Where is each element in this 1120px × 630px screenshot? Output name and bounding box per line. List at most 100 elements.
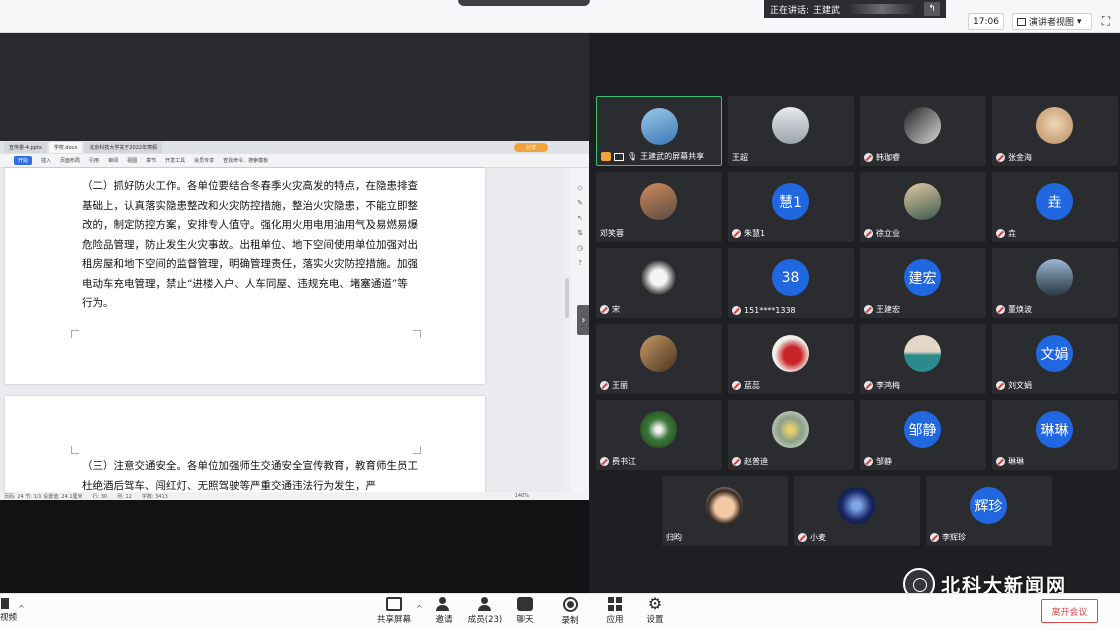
mic-muted-icon [864, 153, 873, 162]
participant-tile[interactable]: 韩珈睿 [860, 96, 986, 166]
pen-icon[interactable]: ✎ [577, 199, 583, 207]
select-icon[interactable]: ◇ [577, 184, 582, 192]
cursor-icon[interactable]: ↖ [577, 214, 583, 222]
apps-button[interactable]: 应用 [604, 597, 626, 629]
back-arrow-icon[interactable]: ↰ [924, 2, 940, 16]
video-label: 视频 [0, 613, 18, 623]
participant-tile[interactable]: 38 151****1338 [728, 248, 854, 318]
participant-name: 小麦 [798, 532, 826, 543]
participant-tile[interactable]: 费书江 [596, 400, 722, 470]
participant-tile[interactable]: 辉珍 李辉珍 [926, 476, 1052, 546]
participant-name: 张金海 [996, 152, 1032, 163]
leave-meeting-button[interactable]: 离开会议 [1041, 599, 1098, 623]
ribbon-references[interactable]: 引用 [89, 157, 99, 164]
participant-tile[interactable]: 归昀 [662, 476, 788, 546]
document-tab[interactable]: 宣传委-4.pptx [4, 142, 47, 153]
avatar: 邹静 [904, 411, 941, 448]
zoom-level[interactable]: 140% [515, 493, 529, 499]
chat-button[interactable]: 聊天 [514, 597, 536, 629]
participant-tile[interactable]: 宋 [596, 248, 722, 318]
participant-name: 宋 [600, 304, 620, 315]
participant-tile[interactable]: 建宏 王建宏 [860, 248, 986, 318]
share-status-pill[interactable] [458, 0, 590, 6]
ribbon-search[interactable]: 查找命令、搜索模板 [223, 157, 268, 164]
mic-muted-icon [996, 153, 1005, 162]
avatar [904, 183, 941, 220]
fullscreen-icon[interactable]: ⛶ [1098, 13, 1114, 29]
document-page: （三）注意交通安全。各单位加强师生交通安全宣传教育，教育师生员工杜绝酒后驾车、闯… [5, 396, 485, 492]
help-icon[interactable]: ? [578, 259, 582, 267]
share-screen-label: 共享屏幕 [377, 615, 412, 625]
participant-gallery: 🎙 王建武的屏幕共享 王超 韩珈睿 张金海 邓笑蓉 慧1 朱慧1 徐立业 垚 垚 … [589, 33, 1120, 593]
ribbon-insert[interactable]: 插入 [41, 157, 51, 164]
document-tab-bar: 宣传委-4.pptx 学校.docx 北京科技大学关于2022年寒假 分享 [0, 141, 589, 154]
document-tab-active[interactable]: 学校.docx [48, 142, 83, 153]
participant-tile[interactable]: 慧1 朱慧1 [728, 172, 854, 242]
scrollbar-thumb[interactable] [565, 278, 569, 318]
document-paragraph: （二）抓好防火工作。各单位要结合冬春季火灾高发的特点，在隐患排查基础上，认真落实… [82, 180, 418, 309]
view-mode-button[interactable]: 演讲者视图 ▾ [1012, 13, 1092, 30]
mic-muted-icon [600, 457, 609, 466]
participant-tile[interactable]: 文娟 刘文娟 [992, 324, 1118, 394]
mic-muted-icon [864, 381, 873, 390]
ribbon-review[interactable]: 审阅 [108, 157, 118, 164]
ribbon-start[interactable]: 开始 [14, 156, 33, 165]
record-button[interactable]: 录制 [559, 597, 581, 629]
share-screen-button[interactable]: 共享屏幕 [377, 597, 411, 629]
avatar [706, 487, 743, 524]
document-scrollbar[interactable] [563, 168, 571, 492]
adjust-icon[interactable]: ⇅ [577, 229, 583, 237]
participant-name: 邹静 [864, 456, 892, 467]
participant-tile[interactable]: 赵普迪 [728, 400, 854, 470]
participant-tile[interactable]: 王丽 [596, 324, 722, 394]
video-options-caret[interactable]: ^ [18, 604, 25, 613]
ribbon-layout[interactable]: 页面布局 [60, 157, 80, 164]
share-options-caret[interactable]: ^ [416, 604, 423, 613]
participant-name: 王丽 [600, 380, 628, 391]
mic-muted-icon [864, 305, 873, 314]
avatar [640, 335, 677, 372]
participant-tile[interactable]: 董焕波 [992, 248, 1118, 318]
settings-label: 设置 [646, 615, 664, 625]
avatar [772, 107, 809, 144]
ribbon-member[interactable]: 会员专享 [194, 157, 214, 164]
members-button[interactable]: 成员(23) [467, 597, 503, 629]
mic-muted-icon [732, 229, 741, 238]
ribbon-developer[interactable]: 开发工具 [165, 157, 185, 164]
mic-muted-icon [996, 229, 1005, 238]
invite-button[interactable]: 邀请 [433, 597, 455, 629]
history-icon[interactable]: ◷ [577, 244, 583, 252]
participant-name: 琳琳 [996, 456, 1024, 467]
video-button[interactable]: 视频 [0, 597, 17, 623]
avatar [641, 108, 678, 145]
participant-tile[interactable]: 小麦 [794, 476, 920, 546]
avatar: 建宏 [904, 259, 941, 296]
speaker-thumbnail [848, 4, 916, 14]
avatar [838, 487, 875, 524]
participant-tile[interactable]: 垚 垚 [992, 172, 1118, 242]
document-tab[interactable]: 北京科技大学关于2022年寒假 [84, 142, 163, 153]
share-pill[interactable]: 分享 [514, 143, 548, 152]
participant-name: 151****1338 [732, 306, 796, 315]
mic-muted-icon [930, 533, 939, 542]
participant-tile[interactable]: 邹静 邹静 [860, 400, 986, 470]
chat-label: 聊天 [516, 615, 534, 625]
ribbon-view[interactable]: 视图 [127, 157, 137, 164]
settings-button[interactable]: ⚙ 设置 [644, 596, 666, 629]
participant-tile[interactable]: 徐立业 [860, 172, 986, 242]
participant-tile[interactable]: 琳琳 琳琳 [992, 400, 1118, 470]
participant-tile[interactable]: 邓笑蓉 [596, 172, 722, 242]
participant-tile[interactable]: 张金海 [992, 96, 1118, 166]
document-status-bar: 页码: 24 节: 1/1 设置值: 24.1厘米 行: 30 列: 12 字数… [0, 492, 589, 500]
participant-name: 垚 [996, 228, 1016, 239]
participant-tile[interactable]: 🎙 王建武的屏幕共享 [596, 96, 722, 166]
participant-tile[interactable]: 李鸿梅 [860, 324, 986, 394]
ribbon-sections[interactable]: 章节 [146, 157, 156, 164]
members-label: 成员(23) [467, 615, 503, 625]
mic-muted-icon [600, 305, 609, 314]
avatar: 文娟 [1036, 335, 1073, 372]
view-mode-label: 演讲者视图 [1029, 18, 1075, 28]
participant-name: 费书江 [600, 456, 636, 467]
participant-tile[interactable]: 王超 [728, 96, 854, 166]
participant-tile[interactable]: 蓝蕊 [728, 324, 854, 394]
